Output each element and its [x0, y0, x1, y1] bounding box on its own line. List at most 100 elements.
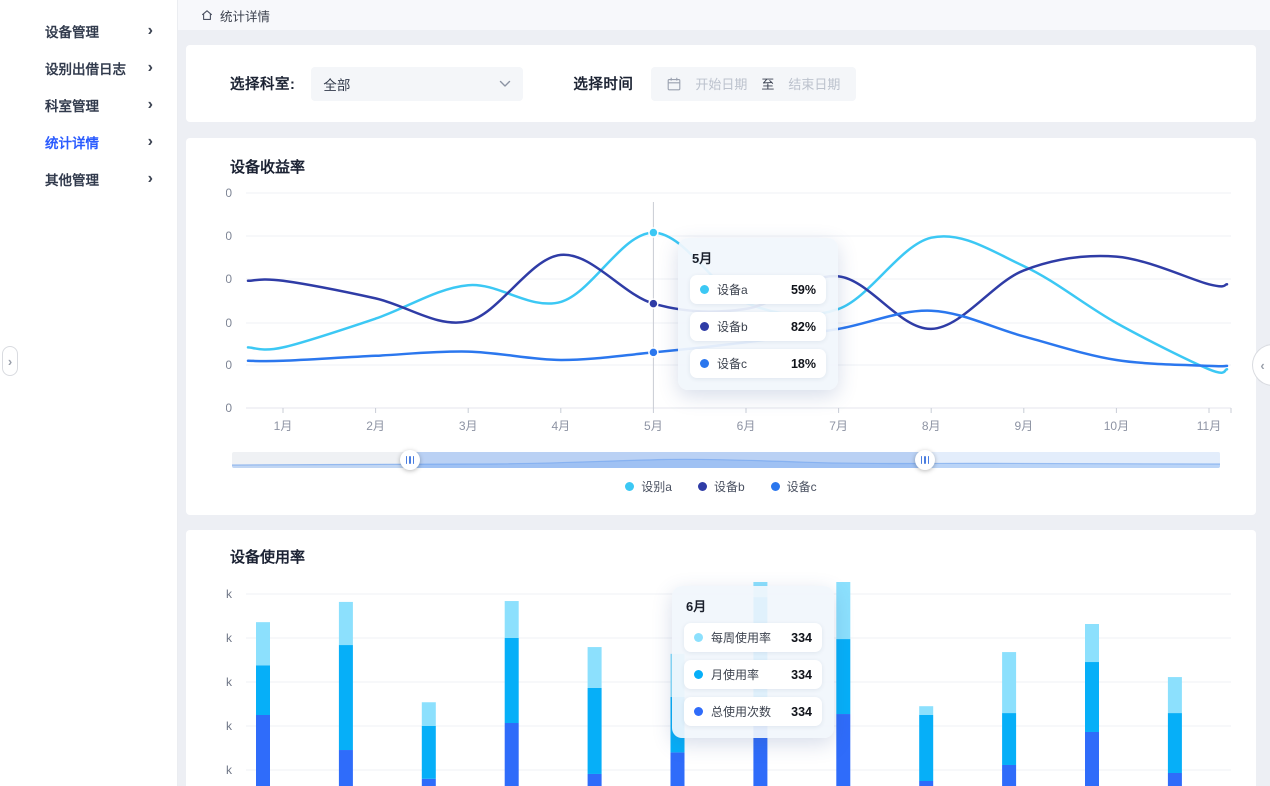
date-range-picker[interactable]: 开始日期 至 结束日期 — [651, 67, 856, 101]
series-b-dot-icon — [700, 322, 709, 331]
svg-text:0: 0 — [226, 401, 232, 415]
usage-tooltip: 6月 每周使用率 334 月使用率 334 总使用次数 334 — [672, 586, 834, 738]
legend-label: 设别a — [641, 478, 672, 495]
svg-text:2.0k: 2.0k — [226, 631, 233, 645]
revenue-chart-title: 设备收益率 — [230, 156, 305, 177]
brush-handle-left[interactable] — [400, 450, 420, 470]
svg-text:2.5k: 2.5k — [226, 587, 233, 601]
svg-text:2月: 2月 — [366, 419, 385, 433]
tooltip-row-label: 设备c — [717, 355, 791, 372]
calendar-icon — [667, 77, 681, 91]
sidebar-item-label: 设别出借日志 — [45, 58, 126, 78]
tooltip-row: 总使用次数 334 — [684, 697, 822, 726]
chevron-right-icon: › — [148, 171, 153, 187]
dept-select[interactable]: 全部 — [311, 67, 523, 101]
chevron-right-icon: › — [148, 134, 153, 150]
tooltip-row-value: 18% — [791, 357, 816, 371]
chart-brush-slider[interactable] — [232, 452, 1220, 468]
legend-item-0[interactable]: 设别a — [625, 478, 672, 495]
tooltip-row: 月使用率 334 — [684, 660, 822, 689]
date-end-placeholder: 结束日期 — [788, 74, 840, 93]
usage-chart-title: 设备使用率 — [230, 546, 305, 567]
sidebar-item-0[interactable]: 设备管理› — [0, 12, 177, 49]
tooltip-row-label: 设备a — [717, 281, 791, 298]
monthly-usage-dot-icon — [694, 670, 703, 679]
tooltip-row-label: 设备b — [717, 318, 791, 335]
tooltip-row: 设备a 59% — [690, 275, 826, 304]
series-c-dot-icon — [700, 359, 709, 368]
tooltip-month: 6月 — [684, 596, 822, 615]
tooltip-row-value: 334 — [791, 631, 812, 645]
sidebar: 设备管理› 设别出借日志 › 科室管理 › 统计详情 › 其他管理 › — [0, 0, 178, 786]
chevron-right-icon: › — [148, 97, 153, 113]
svg-text:11月: 11月 — [1197, 419, 1221, 433]
legend-dot-icon — [771, 482, 780, 491]
tooltip-row: 设备b 82% — [690, 312, 826, 341]
svg-text:1500: 1500 — [226, 272, 232, 286]
svg-text:5月: 5月 — [644, 419, 663, 433]
svg-text:1.5k: 1.5k — [226, 675, 233, 689]
svg-text:500: 500 — [226, 358, 232, 372]
svg-text:1000: 1000 — [226, 316, 232, 330]
svg-text:8月: 8月 — [922, 419, 941, 433]
tooltip-row-label: 月使用率 — [711, 666, 791, 683]
svg-text:3000: 3000 — [226, 186, 232, 200]
chevron-right-icon: › — [148, 23, 153, 39]
sidebar-item-label: 科室管理 — [45, 95, 99, 115]
legend-item-1[interactable]: 设备b — [698, 478, 745, 495]
svg-text:1月: 1月 — [274, 419, 293, 433]
legend-dot-icon — [625, 482, 634, 491]
tooltip-month: 5月 — [690, 248, 826, 267]
tooltip-row-label: 总使用次数 — [711, 703, 791, 720]
filter-bar: 选择科室: 全部 选择时间 开始日期 至 结束日期 — [186, 45, 1256, 122]
weekly-usage-dot-icon — [694, 633, 703, 642]
legend-item-2[interactable]: 设备c — [771, 478, 817, 495]
home-icon — [200, 8, 214, 22]
dept-select-value: 全部 — [323, 74, 350, 94]
brush-handle-right[interactable] — [915, 450, 935, 470]
svg-text:2000: 2000 — [226, 229, 232, 243]
brush-selected-range[interactable] — [410, 452, 925, 468]
svg-text:9月: 9月 — [1014, 419, 1033, 433]
svg-text:4月: 4月 — [551, 419, 570, 433]
topbar: 统计详情 — [178, 0, 1270, 30]
breadcrumb[interactable]: 统计详情 — [200, 6, 270, 25]
date-start-placeholder: 开始日期 — [695, 74, 747, 93]
sidebar-item-3[interactable]: 统计详情 › — [0, 123, 177, 160]
chevron-right-icon: › — [8, 354, 12, 369]
tooltip-row-value: 334 — [791, 705, 812, 719]
tooltip-row: 设备c 18% — [690, 349, 826, 378]
tooltip-row-value: 334 — [791, 668, 812, 682]
sidebar-item-4[interactable]: 其他管理 › — [0, 160, 177, 197]
usage-chart-card: 设备使用率 0.5k 1.0k 1.5k 2.0k 2.5k 6月 每周使用率 334 … — [186, 530, 1256, 786]
chevron-left-icon: ‹ — [1260, 358, 1264, 373]
svg-text:1.0k: 1.0k — [226, 719, 233, 733]
date-to-label: 至 — [761, 74, 774, 93]
sidebar-item-label: 其他管理 — [45, 169, 99, 189]
chevron-down-icon — [499, 80, 511, 88]
sidebar-item-2[interactable]: 科室管理 › — [0, 86, 177, 123]
brush-track[interactable] — [232, 452, 1220, 468]
tooltip-row: 每周使用率 334 — [684, 623, 822, 652]
legend-label: 设备b — [714, 478, 745, 495]
tooltip-row-value: 82% — [791, 320, 816, 334]
sidebar-item-1[interactable]: 设别出借日志 › — [0, 49, 177, 86]
svg-text:7月: 7月 — [829, 419, 848, 433]
tooltip-row-label: 每周使用率 — [711, 629, 791, 646]
series-a-dot-icon — [700, 285, 709, 294]
svg-text:6月: 6月 — [737, 419, 756, 433]
time-filter-label: 选择时间 — [573, 73, 633, 94]
svg-text:10月: 10月 — [1104, 419, 1129, 433]
legend-label: 设备c — [787, 478, 817, 495]
svg-text:3月: 3月 — [459, 419, 478, 433]
revenue-chart-legend: 设别a 设备b 设备c — [186, 478, 1256, 495]
chevron-right-icon: › — [148, 60, 153, 76]
total-usage-dot-icon — [694, 707, 703, 716]
breadcrumb-label: 统计详情 — [220, 6, 270, 25]
tooltip-row-value: 59% — [791, 283, 816, 297]
expand-left-panel-button[interactable]: › — [2, 346, 18, 376]
sidebar-item-label: 统计详情 — [45, 132, 99, 152]
revenue-tooltip: 5月 设备a 59% 设备b 82% 设备c 18% — [678, 238, 838, 390]
svg-text:0.5k: 0.5k — [226, 763, 233, 777]
dept-filter-label: 选择科室: — [230, 73, 295, 94]
